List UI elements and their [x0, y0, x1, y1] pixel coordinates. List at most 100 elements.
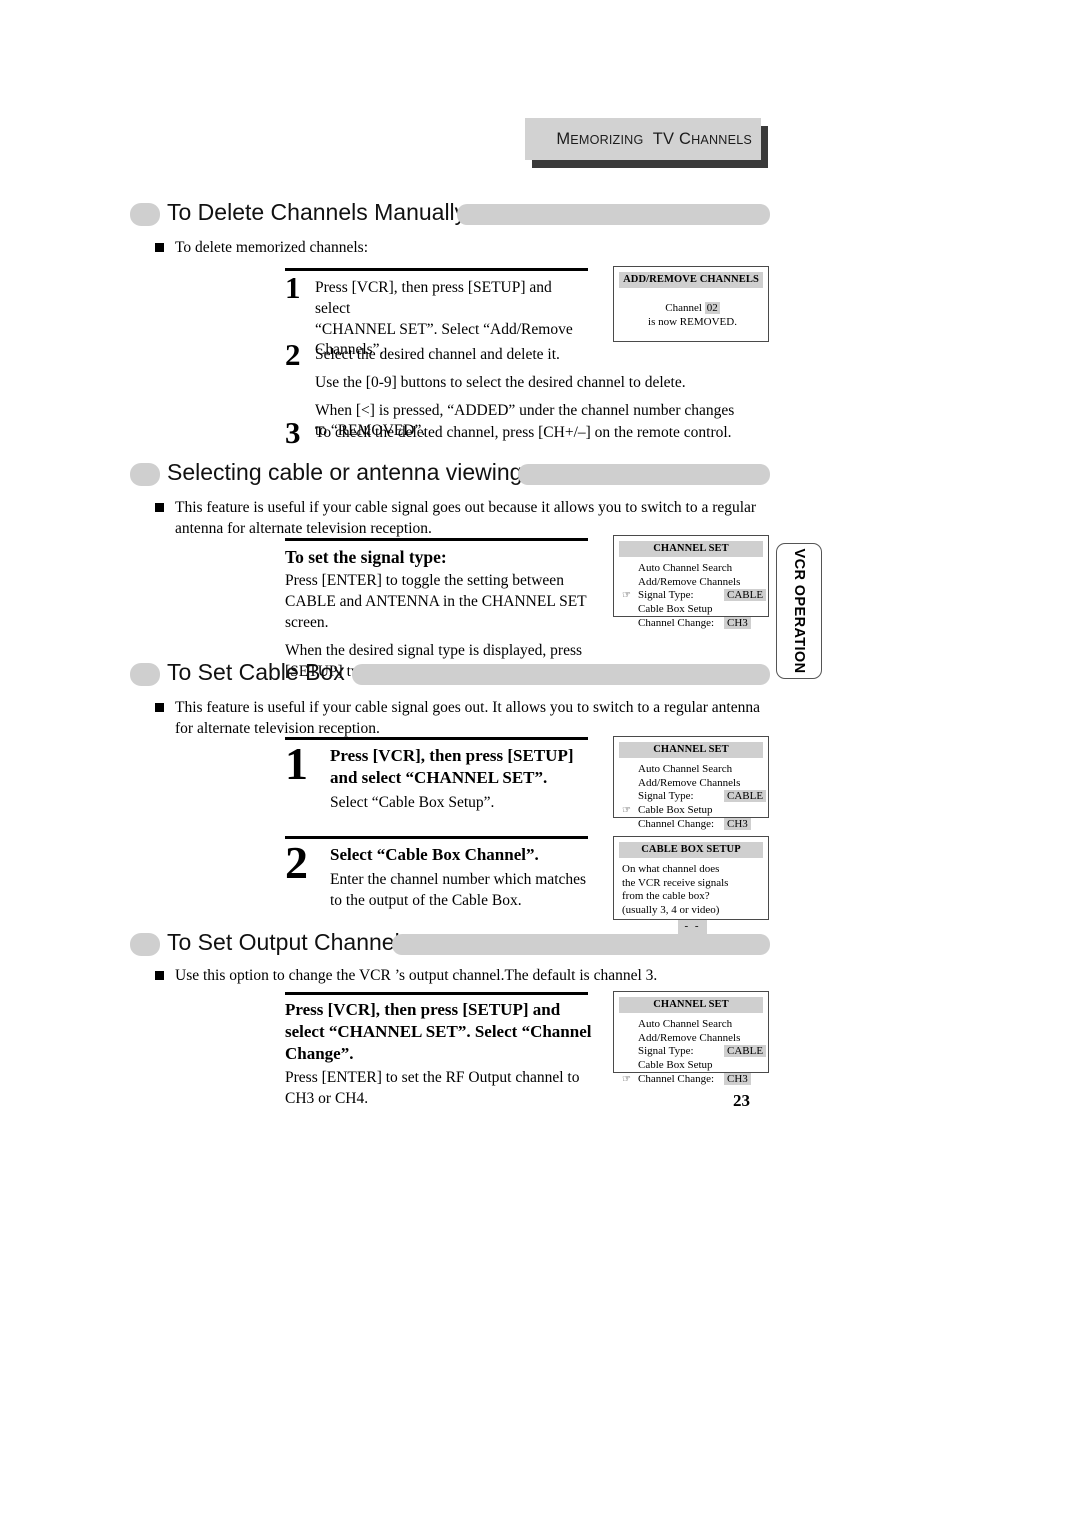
- step-line: To check the deleted channel, press [CH+…: [315, 424, 732, 441]
- osd-row-label: Channel Change:: [638, 1073, 715, 1086]
- osd-row-value: CABLE: [724, 790, 767, 803]
- output-channel-block: Press [VCR], then press [SETUP] and sele…: [285, 999, 595, 1110]
- osd-cable-box-setup: CABLE BOX SETUP On what channel does the…: [613, 836, 769, 935]
- osd-row-value: CH3: [724, 818, 751, 831]
- step-divider-rule: [285, 268, 588, 271]
- osd-row-value: CH3: [724, 617, 751, 630]
- osd-menu-row: Add/Remove Channels: [622, 1032, 763, 1046]
- osd-row-label: Signal Type:: [638, 589, 694, 602]
- osd-row-label: Auto Channel Search: [638, 762, 733, 775]
- heading-swatch-icon: [130, 933, 160, 956]
- osd-menu-row: Signal Type: CABLE: [622, 1045, 767, 1059]
- section-title: To Delete Channels Manually: [167, 199, 467, 225]
- heading-swatch-icon: [130, 203, 160, 226]
- step-note: Use the [0-9] buttons to select the desi…: [315, 373, 686, 391]
- osd-menu-row: Channel Change: CH3: [622, 818, 763, 832]
- osd-title: CHANNEL SET: [619, 997, 763, 1013]
- square-bullet-icon: [155, 503, 164, 512]
- step-number: 2: [285, 337, 301, 372]
- step-divider-rule: [285, 836, 588, 839]
- step-body: To check the deleted channel, press [CH+…: [315, 423, 745, 444]
- section-title: Selecting cable or antenna viewing: [167, 459, 523, 485]
- osd-title: CABLE BOX SETUP: [619, 842, 763, 858]
- section-heading-delete-channels: To Delete Channels Manually: [130, 199, 770, 230]
- osd-line: is now REMOVED.: [648, 315, 737, 328]
- osd-body: Auto Channel Search Add/Remove Channels …: [614, 557, 768, 639]
- heading-swatch-icon: [130, 663, 160, 686]
- step-lead: Press [VCR], then press [SETUP] and sele…: [285, 1000, 592, 1063]
- step-sub: Select “Cable Box Setup”.: [330, 793, 495, 811]
- osd-channel-set-channel-change: CHANNEL SET Auto Channel Search Add/Remo…: [613, 991, 769, 1086]
- running-header-banner: MEMORIZING TV CHANNELS: [525, 118, 768, 168]
- osd-add-remove-channels: ADD/REMOVE CHANNELS Channel 02 is now RE…: [613, 266, 769, 342]
- osd-menu-row: Signal Type: CABLE: [622, 790, 767, 804]
- step-3-delete: 3 To check the deleted channel, press [C…: [285, 417, 745, 448]
- step-line: “CHANNEL SET”. Select “Add/Remove: [315, 320, 573, 338]
- intro-bullet-cable-antenna: This feature is useful if your cable sig…: [155, 498, 770, 540]
- step-lead: Press [VCR], then press [SETUP] and sele…: [330, 746, 574, 787]
- osd-row-label: Add/Remove Channels: [638, 776, 741, 789]
- section-heading-set-cable-box: To Set Cable Box: [130, 659, 770, 690]
- cursor-icon: ☞: [622, 805, 631, 817]
- osd-line-label: Channel: [665, 301, 705, 314]
- step-number: 1: [285, 738, 308, 789]
- step-number: 3: [285, 415, 301, 450]
- paragraph: Press [ENTER] to toggle the setting betw…: [285, 572, 587, 631]
- osd-menu-row: Channel Change: CH3: [622, 617, 763, 631]
- intro-text: This feature is useful if your cable sig…: [175, 499, 757, 537]
- step-sub: Enter the channel number which matches t…: [330, 870, 587, 909]
- intro-bullet-set-output-channel: Use this option to change the VCR ’s out…: [155, 966, 770, 987]
- osd-menu-row: ☞ Cable Box Setup: [622, 804, 763, 818]
- step-lead: Select “Cable Box Channel”.: [330, 845, 539, 864]
- osd-line: the VCR receive signals: [622, 876, 729, 889]
- osd-menu-row: Auto Channel Search: [622, 562, 763, 576]
- sub-heading: To set the signal type:: [285, 547, 447, 567]
- heading-bar: [392, 934, 770, 955]
- manual-page: MEMORIZING TV CHANNELS To Delete Channel…: [0, 0, 1080, 1528]
- osd-menu-row: Auto Channel Search: [622, 763, 763, 777]
- osd-row-label: Add/Remove Channels: [638, 1031, 741, 1044]
- osd-channel-value: 02: [704, 301, 720, 314]
- heading-bar: [518, 464, 770, 485]
- osd-line: On what channel does: [622, 862, 720, 875]
- osd-menu-row: Add/Remove Channels: [622, 576, 763, 590]
- section-heading-set-output-channel: To Set Output Channel: [130, 929, 770, 960]
- intro-text: To delete memorized channels:: [175, 239, 369, 256]
- osd-body: Channel 02 is now REMOVED.: [614, 288, 768, 337]
- osd-row-label: Signal Type:: [638, 790, 694, 803]
- osd-row-label: Channel Change:: [638, 617, 715, 630]
- osd-row-label: Channel Change:: [638, 818, 715, 831]
- step-1-cable-box: 1 Press [VCR], then press [SETUP] and se…: [285, 741, 595, 813]
- osd-row-label: Cable Box Setup: [638, 1059, 713, 1072]
- side-tab-vcr-operation: VCR OPERATION: [776, 543, 822, 679]
- page-number: 23: [733, 1091, 750, 1110]
- square-bullet-icon: [155, 243, 164, 252]
- step-line: Select the desired channel and delete it…: [315, 346, 560, 363]
- osd-body: Auto Channel Search Add/Remove Channels …: [614, 1013, 768, 1095]
- osd-line: (usually 3, 4 or video): [622, 904, 720, 917]
- intro-bullet-set-cable-box: This feature is useful if your cable sig…: [155, 698, 770, 740]
- section-heading-cable-antenna: Selecting cable or antenna viewing: [130, 459, 770, 490]
- heading-swatch-icon: [130, 463, 160, 486]
- step-body: Press [VCR], then press [SETUP] and sele…: [330, 745, 595, 813]
- banner-text: MEMORIZING TV CHANNELS: [556, 129, 752, 148]
- osd-menu-row: Cable Box Setup: [622, 603, 763, 617]
- osd-row-value: CABLE: [724, 589, 767, 602]
- osd-line: from the cable box?: [622, 890, 710, 903]
- osd-row-label: Auto Channel Search: [638, 1017, 733, 1030]
- cursor-icon: ☞: [622, 1074, 631, 1086]
- osd-menu-row: Add/Remove Channels: [622, 777, 763, 791]
- osd-channel-set-signal-type: CHANNEL SET Auto Channel Search Add/Remo…: [613, 535, 769, 630]
- square-bullet-icon: [155, 971, 164, 980]
- osd-line: Channel 02: [622, 301, 763, 316]
- intro-bullet-delete-channels: To delete memorized channels:: [155, 238, 715, 259]
- osd-row-label: Add/Remove Channels: [638, 575, 741, 588]
- osd-channel-set-cable-box: CHANNEL SET Auto Channel Search Add/Remo…: [613, 736, 769, 831]
- step-body: Select “Cable Box Channel”. Enter the ch…: [330, 844, 595, 911]
- step-number: 1: [285, 270, 301, 305]
- step-sub: Press [ENTER] to set the RF Output chann…: [285, 1069, 580, 1108]
- osd-row-label: Signal Type:: [638, 1045, 694, 1058]
- osd-menu-row: ☞ Channel Change: CH3: [622, 1073, 763, 1087]
- square-bullet-icon: [155, 703, 164, 712]
- step-number: 2: [285, 837, 308, 888]
